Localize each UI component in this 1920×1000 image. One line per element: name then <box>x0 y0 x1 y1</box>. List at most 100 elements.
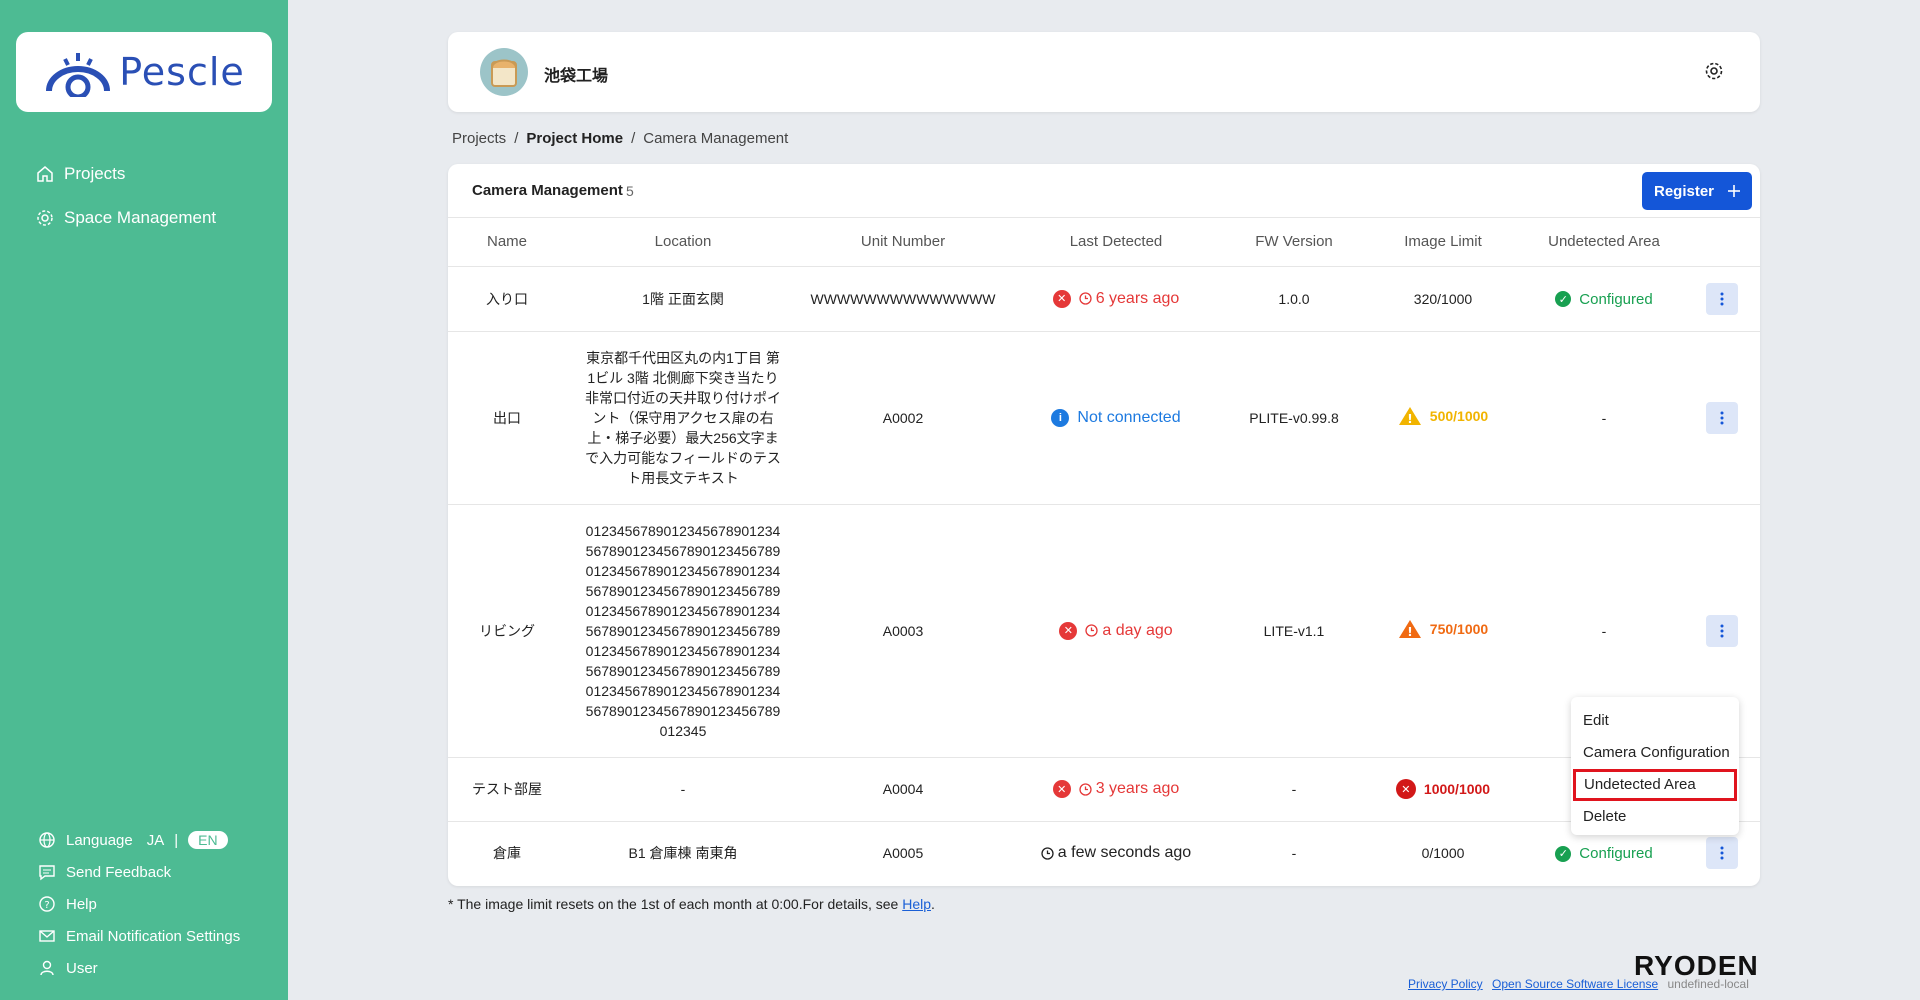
location-line: で入力可能なフィールドのテス <box>585 449 781 466</box>
camera-count: 5 <box>626 183 634 199</box>
cell-actions <box>1684 331 1760 505</box>
location-line: 東京都千代田区丸の内1丁目 第 <box>586 349 780 366</box>
clock-icon <box>1079 292 1092 305</box>
col-header-location: Location <box>566 218 800 267</box>
svg-text:?: ? <box>44 900 49 911</box>
help-label: Help <box>66 895 97 913</box>
lang-ja-option[interactable]: JA <box>147 832 165 849</box>
row-menu-button[interactable] <box>1706 401 1738 434</box>
check-circle-icon: ✓ <box>1555 845 1572 862</box>
location-line: 567890123456789012345678​9 <box>585 662 781 679</box>
nav-label-space-management: Space Management <box>64 208 217 227</box>
limit-text: 1000/1000 <box>1423 781 1491 797</box>
mail-icon <box>39 930 55 942</box>
image-limit-footnote: * The image limit resets on the 1st of e… <box>448 896 935 912</box>
cell-unit: A0003 <box>800 504 1006 758</box>
breadcrumb-project-home[interactable]: Project Home <box>526 130 623 147</box>
email-settings-label: Email Notification Settings <box>66 927 241 945</box>
user-link[interactable]: User <box>38 952 278 984</box>
footnote-end: . <box>931 896 935 912</box>
last-detected-text: 3 years ago <box>1095 780 1180 798</box>
send-feedback-link[interactable]: Send Feedback <box>38 856 278 888</box>
clock-icon <box>1085 624 1099 637</box>
footnote-text: * The image limit resets on the 1st of e… <box>448 896 903 912</box>
cell-limit: 0/1000 <box>1421 845 1465 862</box>
row-menu-button[interactable] <box>1706 282 1738 315</box>
cell-name: テスト部屋 <box>448 757 566 822</box>
user-icon <box>40 960 54 976</box>
error-x-icon: ✕ <box>1395 779 1416 799</box>
lang-en-option[interactable]: EN <box>188 831 228 849</box>
last-detected-text: a few seconds ago <box>1057 844 1192 861</box>
menu-item-undetected-area[interactable]: Undetected Area <box>1573 769 1737 801</box>
chat-icon <box>39 865 55 881</box>
cell-limit: ! 500/1000 <box>1362 331 1524 505</box>
cell-limit: ! 750/1000 <box>1362 504 1524 758</box>
cell-unit: A0002 <box>800 331 1006 505</box>
row-menu-button[interactable] <box>1706 837 1738 870</box>
location-line: 012345678901234567890123​4 <box>585 642 781 659</box>
area-status: Configured <box>1579 290 1653 308</box>
svg-text:!: ! <box>1407 412 1412 426</box>
location-line: 012345678901234567890123​4 <box>585 562 781 579</box>
table-row: 倉庫 B1 倉庫棟 南東角 A0005 a few seconds ago - … <box>448 821 1760 885</box>
more-vertical-icon <box>1720 292 1724 305</box>
location-line: 012345 <box>659 722 707 739</box>
last-detected-text: a day ago <box>1102 621 1173 639</box>
logo[interactable]: Pescle <box>16 32 272 112</box>
table-row: テスト部屋 - A0004 ✕ 3 years ago - ✕ 1000/1000 <box>448 757 1760 822</box>
cell-fw: PLITE-v0.99.8 <box>1226 331 1362 505</box>
nav-label-projects: Projects <box>64 164 126 183</box>
row-menu-button[interactable] <box>1706 614 1738 647</box>
breadcrumb-projects[interactable]: Projects <box>452 130 506 147</box>
cell-area: - <box>1524 331 1684 505</box>
gear-icon <box>1705 62 1723 80</box>
warning-triangle-icon: ! <box>1398 407 1421 426</box>
cell-limit: 320/1000 <box>1362 266 1524 332</box>
project-settings-button[interactable] <box>1704 61 1724 84</box>
cell-name: リビング <box>448 504 566 758</box>
cell-location: 012345678901234567890123​4 5678901234567… <box>566 504 800 758</box>
nav-item-projects[interactable]: Projects <box>36 152 216 196</box>
location-line: 567890123456789012345678​9 <box>585 622 781 639</box>
cell-last-detected: a few seconds ago <box>1006 821 1226 885</box>
footnote-help-link[interactable]: Help <box>902 896 931 912</box>
cell-fw: - <box>1226 757 1362 822</box>
sidebar-bottom: Language JA | EN Send Feedback ? Help Em… <box>38 824 278 984</box>
check-circle-icon: ✓ <box>1555 291 1572 307</box>
menu-item-delete[interactable]: Delete <box>1571 801 1739 833</box>
more-vertical-icon <box>1720 624 1724 637</box>
language-switch: Language JA | EN <box>38 824 278 856</box>
project-avatar <box>480 48 528 96</box>
breadcrumb-sep: / <box>631 130 636 147</box>
email-settings-link[interactable]: Email Notification Settings <box>38 920 278 952</box>
info-icon: i <box>1051 409 1070 427</box>
menu-item-camera-configuration[interactable]: Camera Configuration <box>1571 737 1739 769</box>
register-button[interactable]: Register <box>1642 172 1752 210</box>
sidebar: Pescle Projects Space Management Languag… <box>0 0 288 1000</box>
cell-name: 倉庫 <box>493 845 521 862</box>
cell-name: 出口 <box>448 331 566 505</box>
help-link[interactable]: ? Help <box>38 888 278 920</box>
nav-item-space-management[interactable]: Space Management <box>36 196 216 240</box>
cell-last-detected: ✕ 3 years ago <box>1006 757 1226 822</box>
footer-links: Privacy Policy Open Source Software Lice… <box>1408 977 1749 991</box>
oss-license-link[interactable]: Open Source Software License <box>1492 977 1658 991</box>
location-line: 012345678901234567890123​4 <box>585 522 781 539</box>
location-line: 567890123456789012345678​9 <box>585 542 781 559</box>
globe-icon <box>39 832 55 848</box>
breadcrumb: Projects / Project Home / Camera Management <box>452 130 788 147</box>
location-line: ト用長文テキスト <box>627 469 739 486</box>
clock-icon <box>1041 846 1054 860</box>
limit-text: 500/1000 <box>1429 408 1489 424</box>
col-header-name: Name <box>448 218 566 267</box>
location-line: 1ビル 3階 北側廊下突き当たり <box>587 369 779 386</box>
language-label: Language <box>66 831 133 849</box>
cell-area: ✓ Configured <box>1524 266 1684 332</box>
camera-table: Name Location Unit Number Last Detected … <box>448 218 1760 885</box>
eye-logo-icon <box>46 53 111 97</box>
privacy-policy-link[interactable]: Privacy Policy <box>1408 977 1483 991</box>
menu-item-edit[interactable]: Edit <box>1571 705 1739 737</box>
factory-name: 池袋工場 <box>544 68 609 85</box>
breadcrumb-sep: / <box>514 130 519 147</box>
